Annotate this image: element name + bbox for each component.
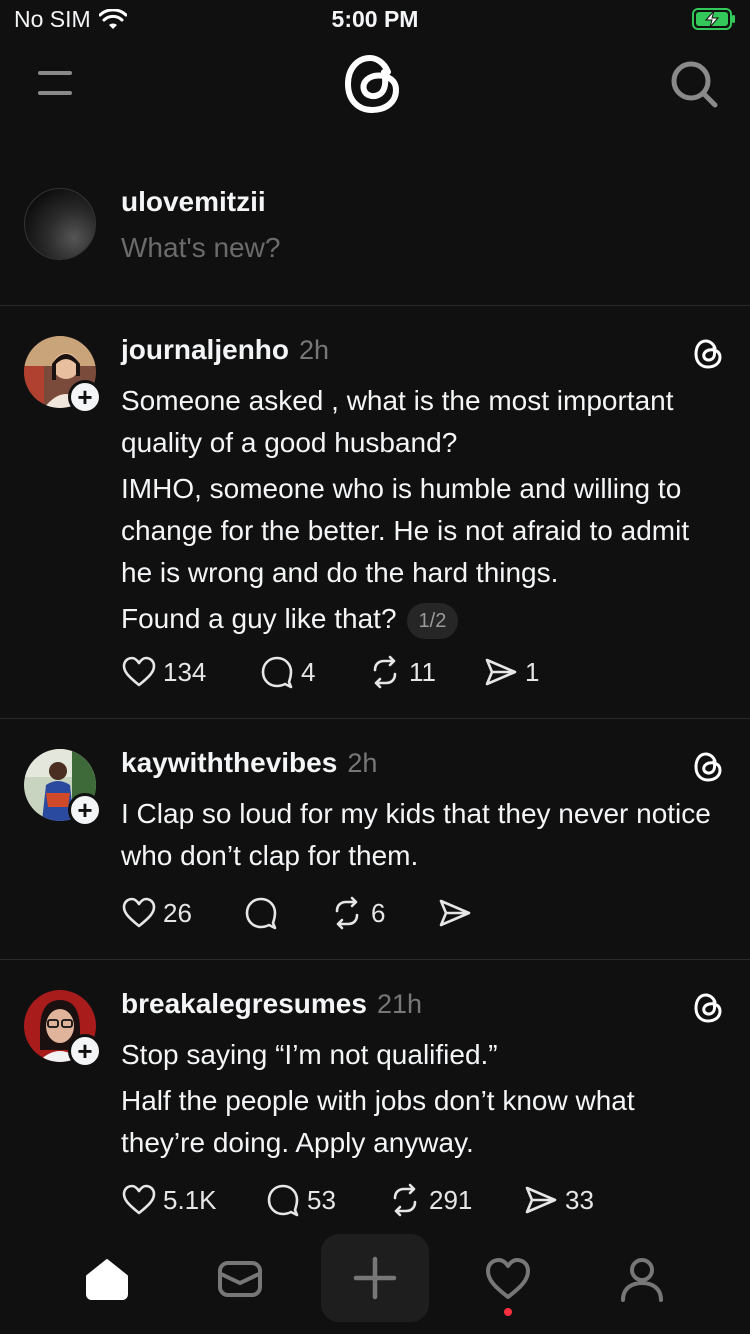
post-handle[interactable]: journaljenho: [121, 334, 289, 366]
tab-bar: [0, 1234, 750, 1334]
avatar-group[interactable]: +: [24, 336, 102, 414]
post-item[interactable]: + kaywiththevibes 2h I Clap so loud for …: [0, 719, 750, 960]
page-indicator[interactable]: 1/2: [406, 602, 459, 639]
post-item[interactable]: + breakalegresumes 21h Stop saying “I’m …: [0, 960, 750, 1234]
post-time: 2h: [347, 748, 378, 778]
post-actions: 26 6: [121, 891, 479, 935]
repost-count: 6: [371, 897, 386, 928]
post-text: Found a guy like that? 1/2: [121, 598, 721, 640]
share-button[interactable]: 1: [483, 654, 539, 690]
follow-plus-icon[interactable]: +: [68, 1034, 102, 1068]
status-time: 5:00 PM: [331, 6, 419, 32]
send-icon: [439, 899, 471, 927]
threads-logo-icon[interactable]: [340, 48, 408, 120]
repost-button[interactable]: 291: [387, 1182, 523, 1218]
post-header: journaljenho 2h: [121, 334, 329, 366]
repost-icon: [335, 896, 359, 930]
threads-logo-icon[interactable]: [692, 749, 724, 785]
post-item[interactable]: + journaljenho 2h Someone asked , what i…: [0, 306, 750, 719]
send-icon: [485, 658, 517, 686]
post-body: Someone asked , what is the most importa…: [121, 380, 721, 644]
repost-icon: [393, 1183, 417, 1217]
send-icon: [525, 1186, 557, 1214]
threads-logo-icon[interactable]: [692, 990, 724, 1026]
comment-icon: [261, 656, 293, 689]
heart-icon: [486, 1258, 530, 1299]
post-header: breakalegresumes 21h: [121, 988, 422, 1020]
post-text: Half the people with jobs don’t know wha…: [121, 1085, 635, 1158]
repost-button[interactable]: 11: [367, 654, 483, 690]
notification-dot: [504, 1308, 512, 1316]
composer-input[interactable]: What's new?: [121, 232, 280, 264]
follow-plus-icon[interactable]: +: [68, 380, 102, 414]
comment-icon: [245, 897, 277, 930]
post-time: 2h: [299, 335, 330, 365]
post-handle[interactable]: breakalegresumes: [121, 988, 367, 1020]
share-button[interactable]: 33: [523, 1182, 594, 1218]
plus-icon: [353, 1256, 397, 1300]
share-button[interactable]: [437, 895, 479, 931]
status-bar: No SIM 5:00 PM: [0, 0, 750, 40]
search-icon[interactable]: [668, 58, 720, 110]
share-count: 1: [525, 656, 540, 687]
tab-profile[interactable]: [602, 1244, 682, 1314]
battery-charging-icon: [692, 8, 735, 30]
heart-icon: [122, 897, 156, 928]
tab-home[interactable]: [67, 1244, 147, 1314]
comment-icon: [267, 1184, 299, 1217]
avatar-group[interactable]: +: [24, 990, 102, 1068]
reply-button[interactable]: 4: [259, 654, 367, 690]
post-body: Stop saying “I’m not qualified.” Half th…: [121, 1034, 721, 1168]
repost-icon: [373, 655, 397, 689]
threads-logo-icon[interactable]: [692, 336, 724, 372]
menu-icon[interactable]: [36, 68, 76, 98]
profile-icon: [621, 1258, 663, 1302]
like-count: 134: [163, 656, 207, 687]
repost-count: 11: [409, 656, 436, 687]
post-text: IMHO, someone who is humble and willing …: [121, 473, 690, 588]
reply-count: 53: [307, 1184, 336, 1215]
composer-username: ulovemitzii: [121, 186, 266, 217]
post-text: Stop saying “I’m not qualified.”: [121, 1039, 498, 1070]
reply-button[interactable]: [243, 895, 329, 931]
reply-count: 4: [301, 656, 316, 687]
like-button[interactable]: 134: [121, 654, 259, 690]
like-count: 5.1K: [163, 1184, 217, 1215]
inbox-icon: [218, 1261, 262, 1297]
tab-inbox[interactable]: [200, 1244, 280, 1314]
heart-icon: [122, 1184, 156, 1215]
post-handle[interactable]: kaywiththevibes: [121, 747, 337, 779]
post-header: kaywiththevibes 2h: [121, 747, 377, 779]
repost-button[interactable]: 6: [329, 895, 437, 931]
post-body: I Clap so loud for my kids that they nev…: [121, 793, 721, 881]
share-count: 33: [565, 1184, 594, 1215]
home-icon: [86, 1259, 128, 1300]
like-button[interactable]: 26: [121, 895, 243, 931]
post-time: 21h: [376, 989, 422, 1019]
heart-icon: [122, 656, 156, 687]
post-actions: 5.1K 53 291 33: [121, 1178, 594, 1222]
tab-activity[interactable]: [468, 1244, 548, 1316]
like-count: 26: [163, 897, 192, 928]
repost-count: 291: [429, 1184, 473, 1215]
avatar-group[interactable]: +: [24, 749, 102, 827]
like-button[interactable]: 5.1K: [121, 1182, 265, 1218]
follow-plus-icon[interactable]: +: [68, 793, 102, 827]
avatar[interactable]: [24, 188, 96, 260]
post-text: Someone asked , what is the most importa…: [121, 385, 674, 458]
post-actions: 134 4 11 1: [121, 650, 539, 694]
top-bar: [0, 48, 750, 128]
post-text: Found a guy like that?: [121, 603, 397, 634]
composer[interactable]: ulovemitzii What's new?: [0, 170, 750, 306]
post-text: I Clap so loud for my kids that they nev…: [121, 798, 711, 871]
reply-button[interactable]: 53: [265, 1182, 387, 1218]
tab-create[interactable]: [321, 1234, 429, 1322]
